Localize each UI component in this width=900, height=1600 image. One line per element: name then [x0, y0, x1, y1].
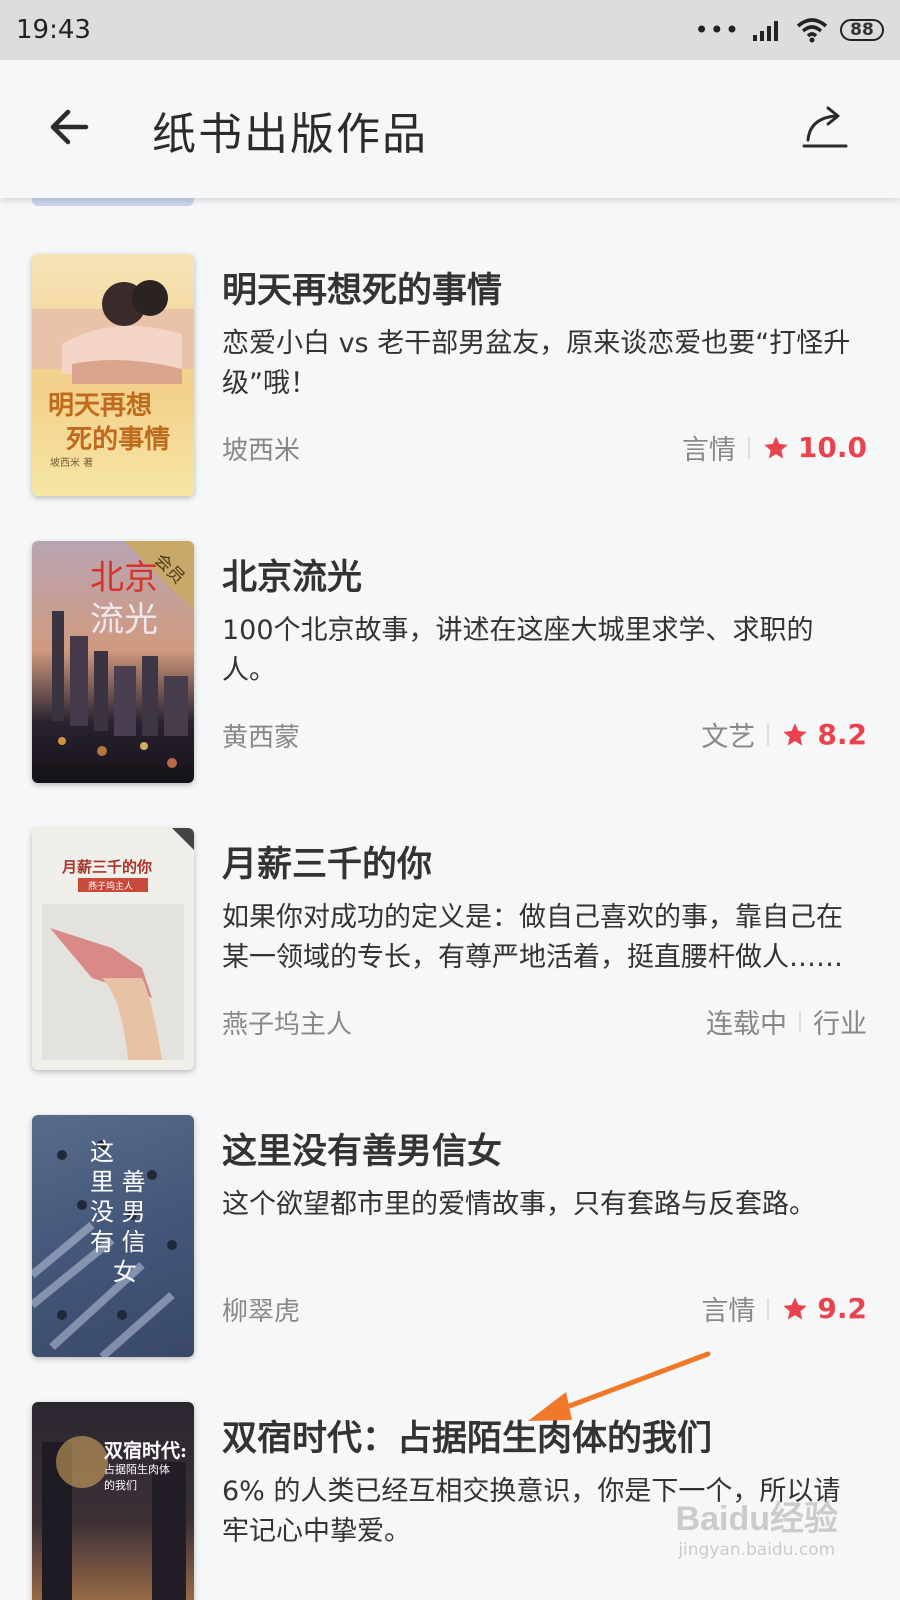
signal-icon [753, 21, 778, 41]
cover-illustration: 坡西米 著 [32, 280, 194, 469]
watermark-logo: Baidu经验 [675, 1500, 838, 1538]
back-arrow-icon[interactable] [44, 102, 94, 152]
cover-title: 双宿时代: [104, 1440, 188, 1462]
book-rating: 9.2 [817, 1292, 867, 1325]
book-cover[interactable]: 北京 流光 会员 [32, 541, 194, 783]
more-dots-icon: ••• [694, 16, 740, 44]
book-cover[interactable]: 坡西米 著 明天再想 死的事情 [32, 254, 194, 496]
star-icon [783, 722, 808, 745]
cover-title: 这里 善没 男有 信 女 [90, 1138, 146, 1286]
divider [767, 1297, 770, 1320]
svg-text:坡西米 著: 坡西米 著 [50, 456, 93, 469]
book-title[interactable]: 这里没有善男信女 [222, 1123, 502, 1174]
status-time: 19:43 [16, 15, 91, 45]
book-title[interactable]: 月薪三千的你 [222, 836, 432, 887]
book-rating: 8.2 [817, 718, 867, 751]
book-genre: 文艺 [701, 722, 756, 753]
book-info: 北京流光 100个北京故事，讲述在这座大城里求学、求职的人。 黄西蒙 文艺 8.… [222, 541, 867, 783]
book-item[interactable]: 北京 流光 会员 北京流光 100个北京故事，讲述在这座大城里求学、求职的人。 黄… [0, 541, 900, 791]
watermark-url: jingyan.baidu.com [678, 1540, 836, 1560]
divider [747, 436, 750, 459]
book-info: 这里没有善男信女 这个欲望都市里的爱情故事，只有套路与反套路。 柳翠虎 言情 9… [222, 1115, 867, 1357]
star-icon [764, 435, 788, 458]
book-status: 连载中 [706, 1009, 787, 1040]
book-info: 月薪三千的你 如果你对成功的定义是：做自己喜欢的事，靠自己在某一领域的专长，有尊… [222, 828, 867, 1070]
book-title[interactable]: 北京流光 [222, 549, 362, 600]
cover-subtitle: 燕子坞主人 [88, 882, 134, 892]
book-description: 如果你对成功的定义是：做自己喜欢的事，靠自己在某一领域的专长，有尊严地活着，挺直… [222, 902, 843, 973]
book-meta: 连载中 行业 [706, 1002, 867, 1041]
wifi-icon [796, 18, 828, 43]
star-icon [783, 1296, 808, 1319]
book-item[interactable]: 坡西米 著 明天再想 死的事情 明天再想死的事情 恋爱小白 vs 老干部男盆友，… [0, 254, 900, 504]
book-genre: 行业 [813, 1009, 867, 1040]
page-title: 纸书出版作品 [152, 109, 428, 160]
status-icons: ••• 88 [695, 16, 884, 44]
cover-title: 明天再想 死的事情 [48, 391, 171, 455]
book-description: 这个欲望都市里的爱情故事，只有套路与反套路。 [222, 1189, 816, 1220]
cover-title: 月薪三千的你 [62, 858, 153, 876]
watermark: Baidu经验 jingyan.baidu.com [676, 1491, 838, 1560]
book-title[interactable]: 双宿时代：占据陌生肉体的我们 [222, 1410, 712, 1461]
book-description: 100个北京故事，讲述在这座大城里求学、求职的人。 [222, 615, 814, 686]
cover-subtitle: 占据陌生肉体的我们 [104, 1463, 170, 1492]
book-title[interactable]: 明天再想死的事情 [222, 262, 502, 313]
divider [767, 723, 770, 746]
book-genre: 言情 [701, 1296, 756, 1327]
book-genre: 言情 [681, 435, 736, 466]
book-rating: 10.0 [797, 431, 867, 464]
book-meta: 言情 9.2 [701, 1289, 867, 1328]
book-item[interactable]: 月薪三千的你 燕子坞主人 月薪三千的你 如果你对成功的定义是：做自己喜欢的事，靠… [0, 828, 900, 1078]
book-author: 柳翠虎 [222, 1297, 301, 1327]
battery-indicator: 88 [840, 19, 884, 41]
book-list[interactable]: 坡西米 著 明天再想 死的事情 明天再想死的事情 恋爱小白 vs 老干部男盆友，… [0, 198, 900, 1600]
divider [799, 1010, 801, 1033]
book-cover[interactable]: 月薪三千的你 燕子坞主人 [32, 828, 194, 1070]
cover-title: 北京 流光 [90, 558, 158, 640]
book-cover[interactable]: 这里 善没 男有 信 女 [32, 1115, 194, 1357]
book-description: 恋爱小白 vs 老干部男盆友，原来谈恋爱也要“打怪升级”哦！ [222, 328, 851, 399]
share-icon[interactable] [800, 100, 850, 152]
book-author: 燕子坞主人 [222, 1010, 353, 1040]
book-item[interactable]: 这里 善没 男有 信 女 这里没有善男信女 这个欲望都市里的爱情故事，只有套路与… [0, 1115, 900, 1365]
app-bar: 纸书出版作品 [0, 60, 900, 198]
book-info: 明天再想死的事情 恋爱小白 vs 老干部男盆友，原来谈恋爱也要“打怪升级”哦！ … [222, 254, 867, 496]
book-meta: 言情 10.0 [682, 428, 867, 467]
status-bar: 19:43 ••• 88 [0, 0, 900, 60]
previous-book-cover[interactable] [32, 198, 194, 206]
book-author: 黄西蒙 [222, 723, 301, 753]
book-author: 坡西米 [222, 436, 301, 466]
book-meta: 文艺 8.2 [701, 715, 867, 754]
book-cover[interactable]: 双宿时代: 占据陌生肉体的我们 [32, 1402, 194, 1600]
cover-illustration [42, 1436, 186, 1600]
